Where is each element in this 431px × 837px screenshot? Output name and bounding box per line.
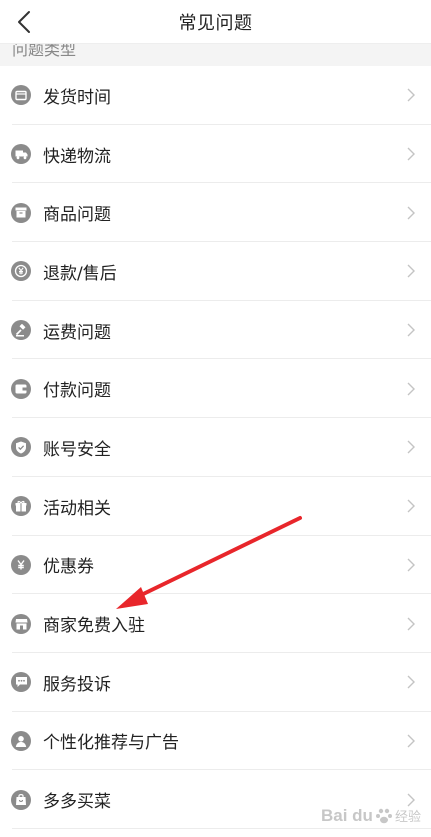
chevron-right-icon <box>406 498 416 514</box>
top-navigation-bar: 常见问题 <box>0 0 431 44</box>
section-title: 问题类型 <box>12 44 77 59</box>
chevron-right-icon <box>406 263 416 279</box>
list-item-label: 商品问题 <box>43 205 111 226</box>
list-item-coupons[interactable]: 优惠券 <box>0 535 431 595</box>
chevron-right-icon <box>406 733 416 749</box>
chat-bubble-icon <box>11 672 31 693</box>
calendar-icon <box>11 85 31 106</box>
section-header: 问题类型 <box>0 44 431 66</box>
list-item-label: 付款问题 <box>43 381 111 402</box>
box-icon <box>11 202 31 223</box>
shopping-bag-icon <box>11 789 31 810</box>
chevron-right-icon <box>406 87 416 103</box>
list-item-label: 活动相关 <box>43 498 111 519</box>
yen-coin-icon <box>11 261 31 282</box>
svg-text:Bai du: Bai du <box>321 806 373 825</box>
gavel-icon <box>11 320 31 341</box>
list-item-merchant-free-join[interactable]: 商家免费入驻 <box>0 594 431 653</box>
list-item-service-complaints[interactable]: 服务投诉 <box>0 652 431 712</box>
list-item-label: 优惠券 <box>43 557 94 578</box>
list-item-account-security[interactable]: 账号安全 <box>0 418 431 477</box>
chevron-right-icon <box>406 674 416 690</box>
list-item-payment-issues[interactable]: 付款问题 <box>0 359 431 419</box>
chevron-left-icon <box>18 11 30 33</box>
list-item-label: 快递物流 <box>43 146 111 167</box>
svg-text:经验: 经验 <box>395 809 421 825</box>
wallet-icon <box>11 378 31 399</box>
faq-list: 发货时间 快递物流 商品问题 退款/售后 运费问题 付款问题 账号安全 活动相关… <box>0 66 431 829</box>
gift-icon <box>11 496 31 517</box>
shield-icon <box>11 437 31 458</box>
list-item-refund-aftersale[interactable]: 退款/售后 <box>0 242 431 301</box>
back-button[interactable] <box>8 6 40 38</box>
chevron-right-icon <box>406 616 416 632</box>
baidu-paw-icon <box>376 808 392 824</box>
chevron-right-icon <box>406 381 416 397</box>
store-icon <box>11 613 31 634</box>
list-item-personalized-ads[interactable]: 个性化推荐与广告 <box>0 711 431 771</box>
list-item-label: 退款/售后 <box>43 263 117 284</box>
person-icon <box>11 730 31 751</box>
chevron-right-icon <box>406 439 416 455</box>
list-item-label: 商家免费入驻 <box>43 616 145 637</box>
list-item-label: 运费问题 <box>43 322 111 343</box>
list-item-express-logistics[interactable]: 快递物流 <box>0 124 431 184</box>
truck-icon <box>11 144 31 165</box>
list-item-label: 账号安全 <box>43 439 111 460</box>
list-item-shipping-time[interactable]: 发货时间 <box>0 66 431 125</box>
list-item-product-issues[interactable]: 商品问题 <box>0 183 431 243</box>
chevron-right-icon <box>406 322 416 338</box>
chevron-right-icon <box>406 557 416 573</box>
list-item-label: 服务投诉 <box>43 674 111 695</box>
list-item-activities[interactable]: 活动相关 <box>0 476 431 536</box>
chevron-right-icon <box>406 205 416 221</box>
list-item-label: 个性化推荐与广告 <box>43 733 179 754</box>
coupon-yen-icon <box>11 554 31 575</box>
list-item-label: 发货时间 <box>43 87 111 108</box>
chevron-right-icon <box>406 146 416 162</box>
list-item-shipping-fee[interactable]: 运费问题 <box>0 300 431 360</box>
baidu-watermark: Bai du 经验 <box>319 801 425 833</box>
page-title: 常见问题 <box>178 12 253 34</box>
